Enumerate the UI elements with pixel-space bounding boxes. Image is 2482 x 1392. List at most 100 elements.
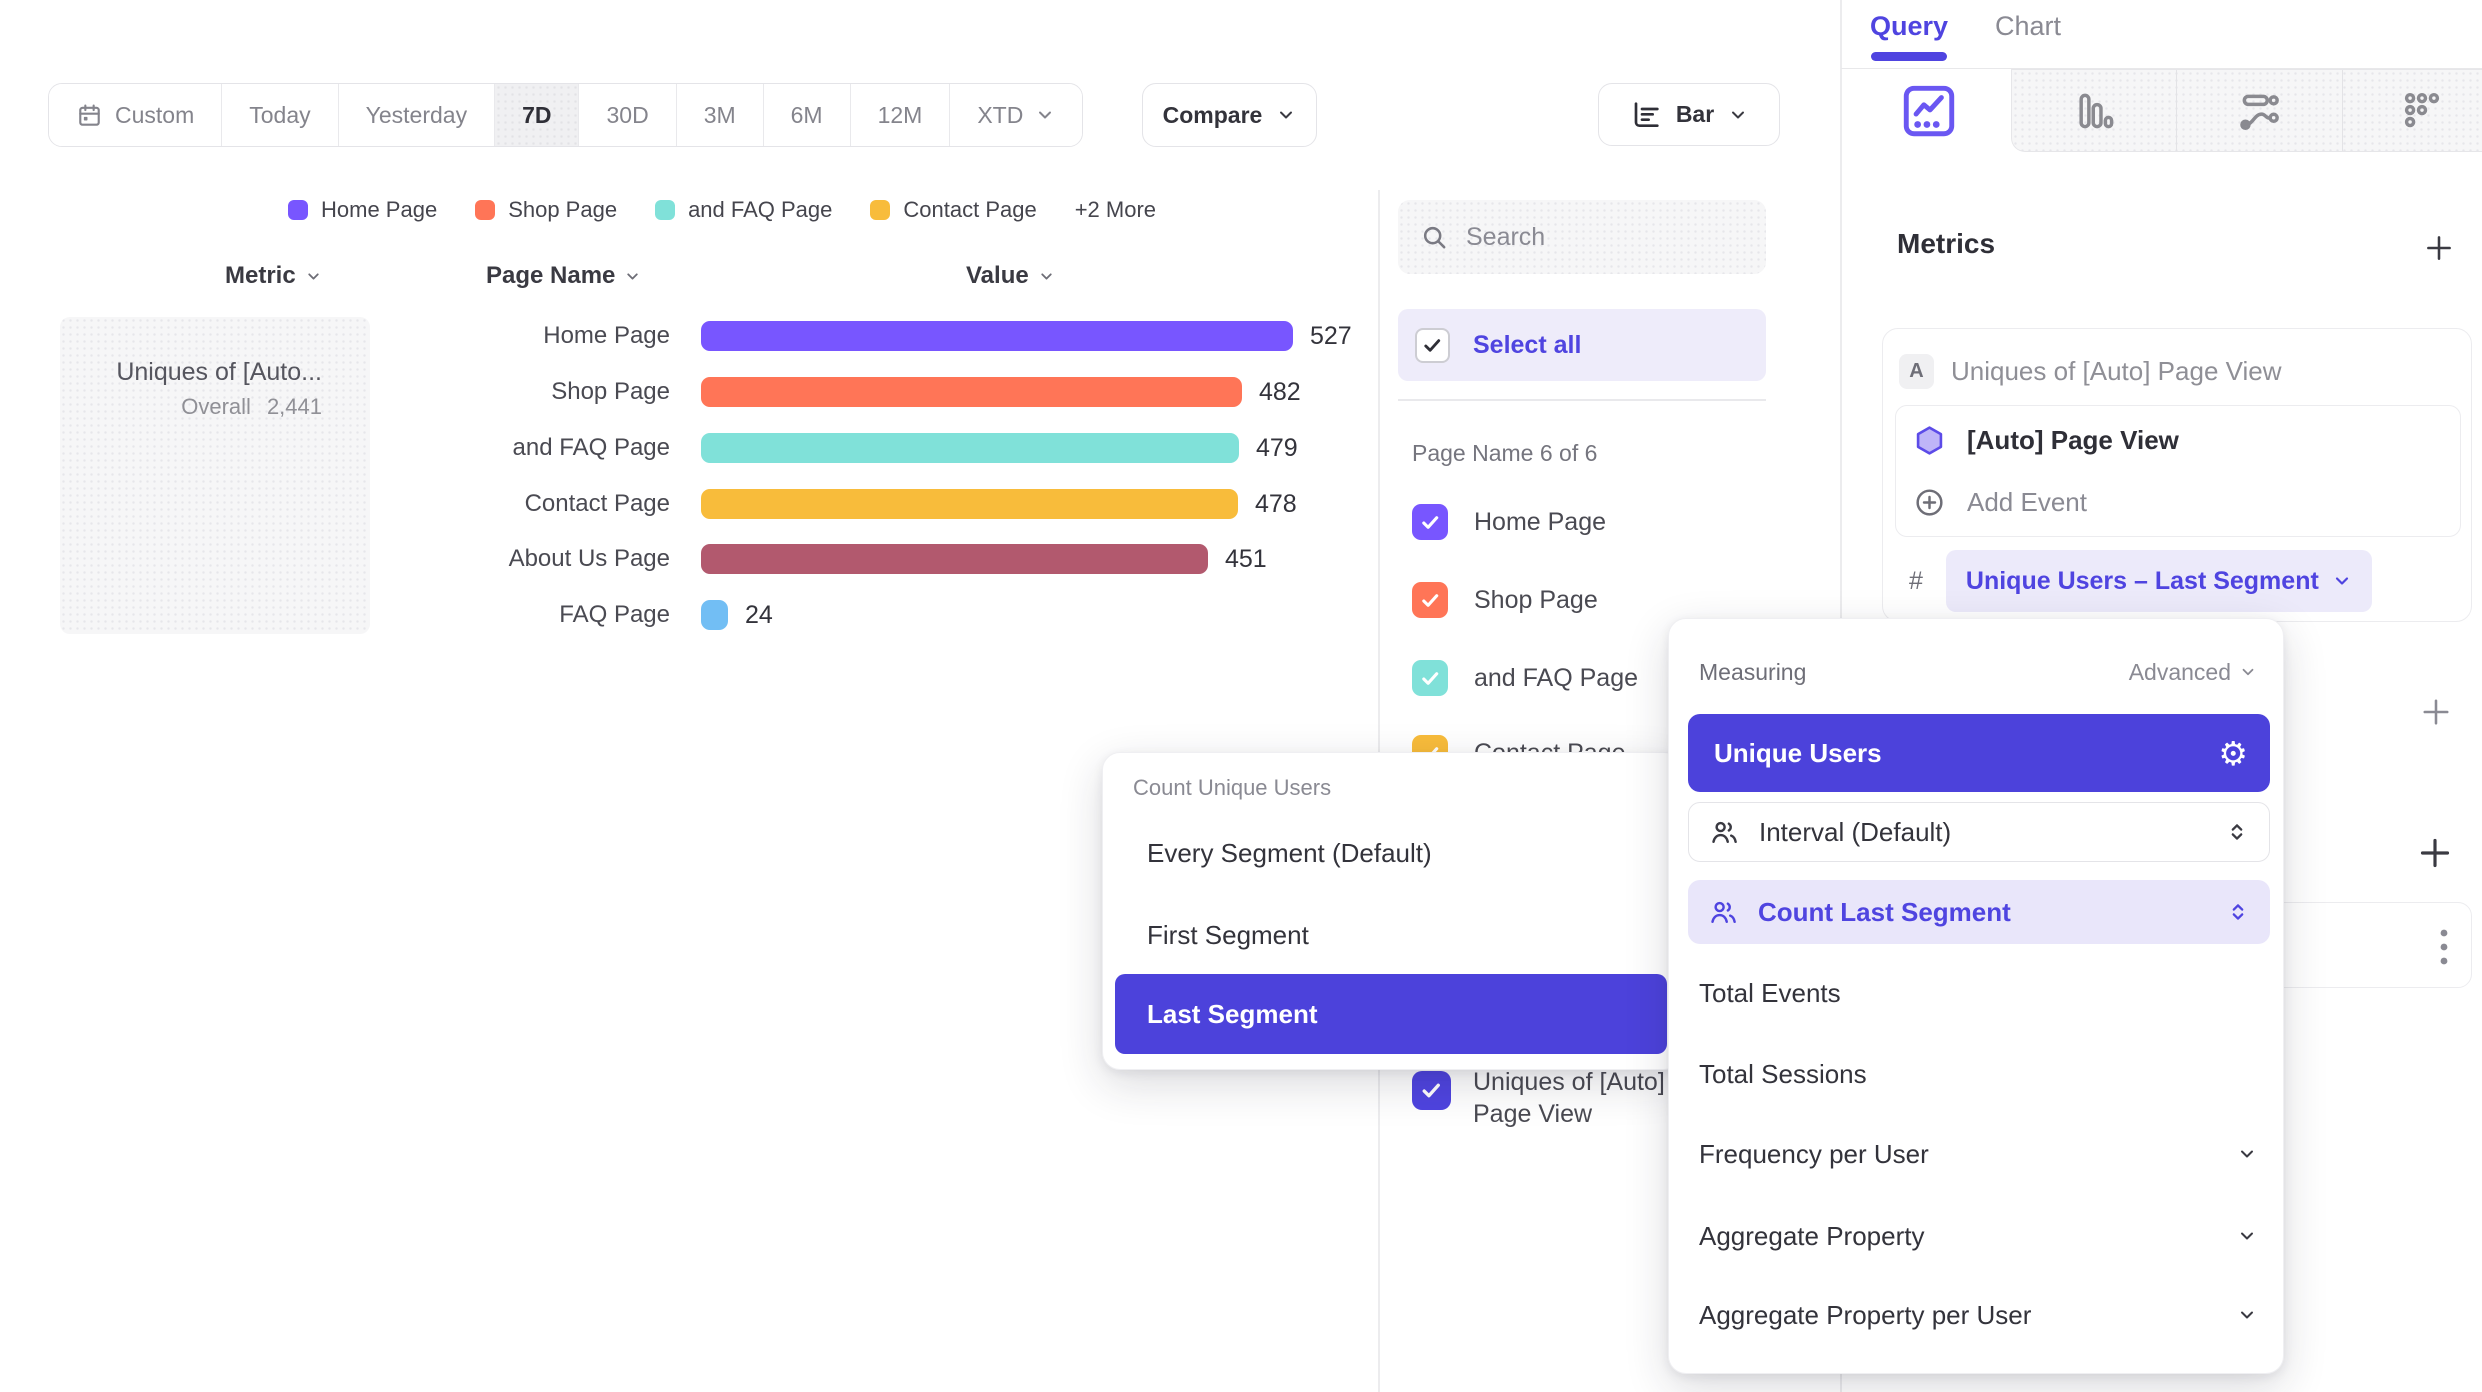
- date-range-6m[interactable]: 6M: [763, 84, 850, 146]
- checkbox[interactable]: [1412, 504, 1448, 540]
- legend-item[interactable]: Shop Page: [475, 197, 617, 223]
- chart-tab-funnels[interactable]: [2011, 69, 2176, 152]
- measuring-option-total-events[interactable]: Total Events: [1699, 973, 2257, 1013]
- date-range-xtd[interactable]: XTD: [949, 84, 1082, 146]
- date-range-today[interactable]: Today: [221, 84, 337, 146]
- measuring-option-label: Total Events: [1699, 978, 1841, 1009]
- advanced-toggle[interactable]: Advanced: [2129, 659, 2257, 686]
- kebab-menu-icon[interactable]: [2439, 927, 2449, 967]
- measuring-suboption-interval[interactable]: Interval (Default): [1688, 802, 2270, 862]
- date-range-12m[interactable]: 12M: [850, 84, 950, 146]
- measure-prefix: #: [1909, 567, 1923, 596]
- chart-tab-retention[interactable]: [2342, 69, 2482, 152]
- legend-label: Contact Page: [903, 197, 1036, 223]
- checkbox[interactable]: [1412, 1071, 1451, 1110]
- bar-value: 527: [1310, 320, 1352, 352]
- legend-item[interactable]: and FAQ Page: [655, 197, 832, 223]
- select-all-row[interactable]: Select all: [1398, 309, 1766, 381]
- filter-item-and-faq-page[interactable]: and FAQ Page: [1412, 657, 1638, 699]
- date-range-custom[interactable]: Custom: [49, 84, 221, 146]
- measure-pill[interactable]: Unique Users – Last Segment: [1946, 550, 2372, 612]
- check-icon: [1419, 1078, 1444, 1103]
- column-header-value[interactable]: Value: [966, 259, 1055, 293]
- flows-icon: [2237, 89, 2281, 133]
- measuring-option-aggregate-property-per-user[interactable]: Aggregate Property per User: [1699, 1295, 2257, 1335]
- measuring-suboption-count-last-segment[interactable]: Count Last Segment: [1688, 880, 2270, 944]
- legend-item[interactable]: Contact Page: [870, 197, 1036, 223]
- chart-type-label: Bar: [1676, 101, 1714, 128]
- column-header-segment[interactable]: Page Name: [486, 259, 641, 293]
- metric-row[interactable]: A Uniques of [Auto] Page View: [1899, 353, 2282, 389]
- measuring-option-frequency-per-user[interactable]: Frequency per User: [1699, 1134, 2257, 1174]
- insights-icon: [1898, 80, 1960, 142]
- date-range-yesterday[interactable]: Yesterday: [338, 84, 494, 146]
- checkbox[interactable]: [1412, 660, 1448, 696]
- metric-overall: Overall2,441: [60, 389, 322, 425]
- bar-home-page[interactable]: [701, 321, 1293, 351]
- bar-row-label: and FAQ Page: [380, 432, 670, 464]
- search-box[interactable]: [1398, 200, 1766, 274]
- compare-button[interactable]: Compare: [1142, 83, 1317, 147]
- segment-option[interactable]: First Segment: [1147, 915, 1309, 955]
- funnel-icon: [2072, 89, 2116, 133]
- bar-shop-page[interactable]: [701, 377, 1242, 407]
- date-range-3m[interactable]: 3M: [676, 84, 763, 146]
- compare-label: Compare: [1163, 102, 1263, 129]
- filter-divider: [1398, 399, 1766, 401]
- tab-query[interactable]: Query: [1870, 11, 1948, 42]
- users-icon: [1708, 897, 1739, 928]
- event-hexagon-icon: [1913, 424, 1946, 457]
- bar-contact-page[interactable]: [701, 489, 1238, 519]
- metrics-heading: Metrics: [1897, 228, 1995, 260]
- chevron-down-icon: [2332, 571, 2352, 591]
- date-range-label: Custom: [115, 102, 194, 129]
- legend-item[interactable]: Home Page: [288, 197, 437, 223]
- date-range-30d[interactable]: 30D: [578, 84, 675, 146]
- date-range-label: 12M: [878, 102, 923, 129]
- metric-summary-card[interactable]: Uniques of [Auto... Overall2,441: [60, 317, 370, 634]
- date-range-label: 7D: [522, 102, 551, 129]
- chevron-down-icon: [1728, 105, 1748, 125]
- checkbox[interactable]: [1412, 582, 1448, 618]
- search-input[interactable]: [1466, 223, 1716, 252]
- add-filter-button[interactable]: [2418, 694, 2454, 730]
- event-name: [Auto] Page View: [1967, 425, 2179, 456]
- bar-row-label: Shop Page: [380, 376, 670, 408]
- legend-label: Home Page: [321, 197, 437, 223]
- filter-item-shop-page[interactable]: Shop Page: [1412, 579, 1598, 621]
- bar-about-us-page[interactable]: [701, 544, 1208, 574]
- chevron-down-icon: [624, 268, 641, 285]
- add-event-row[interactable]: Add Event: [1913, 484, 2087, 520]
- measuring-option-aggregate-property[interactable]: Aggregate Property: [1699, 1216, 2257, 1256]
- calendar-icon: [76, 102, 103, 129]
- segment-option-selected[interactable]: Last Segment: [1115, 974, 1667, 1054]
- column-header-metric[interactable]: Metric: [225, 259, 322, 293]
- count-unique-users-dropdown: Count Unique Users Every Segment (Defaul…: [1102, 752, 1682, 1070]
- date-range-label: 6M: [791, 102, 823, 129]
- date-range-7d[interactable]: 7D: [494, 84, 578, 146]
- measuring-option-label: Aggregate Property per User: [1699, 1300, 2031, 1331]
- legend-swatch: [870, 200, 890, 220]
- select-all-checkbox[interactable]: [1415, 328, 1450, 363]
- add-metric-button[interactable]: [2422, 231, 2456, 265]
- bar-value: 482: [1259, 376, 1301, 408]
- measuring-option-label: Frequency per User: [1699, 1139, 1929, 1170]
- bar-and-faq-page[interactable]: [701, 433, 1239, 463]
- chart-tab-flows[interactable]: [2176, 69, 2341, 152]
- filter-group-label: Page Name 6 of 6: [1412, 440, 1597, 467]
- gear-icon[interactable]: ⚙: [2218, 737, 2248, 770]
- chart-tab-insights[interactable]: [1846, 69, 2011, 152]
- event-row[interactable]: [Auto] Page View: [1913, 422, 2179, 458]
- date-range-label: 3M: [704, 102, 736, 129]
- measuring-option-unique-users[interactable]: Unique Users ⚙: [1688, 714, 2270, 792]
- tab-chart[interactable]: Chart: [1995, 11, 2061, 42]
- add-breakdown-button[interactable]: [2415, 833, 2455, 873]
- bar-faq-page[interactable]: [701, 600, 728, 630]
- query-metric-card: A Uniques of [Auto] Page View [Auto] Pag…: [1882, 328, 2472, 622]
- legend-more[interactable]: +2 More: [1075, 197, 1156, 223]
- segment-option[interactable]: Every Segment (Default): [1147, 833, 1432, 873]
- bar-chart-icon: [1630, 99, 1662, 131]
- measuring-option-total-sessions[interactable]: Total Sessions: [1699, 1054, 2257, 1094]
- filter-item-home-page[interactable]: Home Page: [1412, 501, 1606, 543]
- chart-type-button[interactable]: Bar: [1598, 83, 1780, 146]
